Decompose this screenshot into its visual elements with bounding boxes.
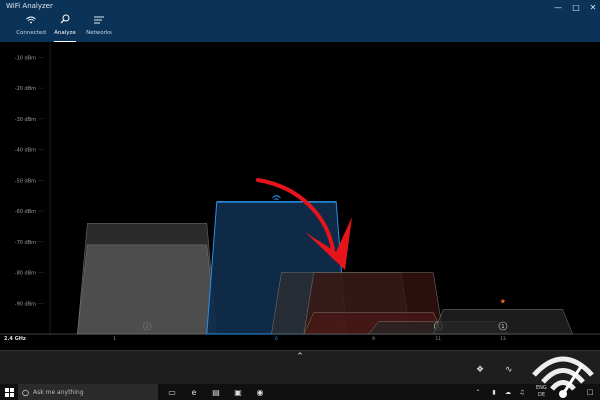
x-tick-label: 1 (113, 336, 116, 342)
tab-networks-label: Networks (86, 30, 112, 36)
y-tick-label: -30 dBm (15, 117, 36, 123)
x-tick-label: 11 (435, 336, 441, 342)
y-tick-label: -90 dBm (15, 301, 36, 307)
network-count-label: 1 (501, 324, 504, 330)
tab-analyze-label: Analyze (54, 30, 76, 36)
window-title: WiFi Analyzer (6, 2, 53, 10)
wave-icon[interactable]: ∿ (505, 365, 513, 375)
minimize-icon[interactable]: — (550, 0, 566, 14)
y-tick-label: -80 dBm (15, 271, 36, 277)
close-icon[interactable]: ✕ (585, 0, 600, 14)
y-tick-label: -60 dBm (15, 209, 36, 215)
tab-analyze[interactable]: Analyze (48, 14, 82, 42)
band-label: 2.4 GHz (4, 336, 26, 342)
wifi-analyzer-taskbar-icon[interactable]: ◉ (252, 384, 268, 400)
search-icon (48, 14, 82, 30)
volume-icon[interactable]: ♫ (514, 384, 530, 400)
wifi-icon (14, 14, 48, 30)
tray-chevron-icon[interactable]: ⌃ (470, 384, 486, 400)
y-tick-label: -50 dBm (15, 178, 36, 184)
x-tick-label: 9 (372, 336, 375, 342)
tab-connected-label: Connected (16, 30, 46, 36)
edge-icon[interactable]: e (186, 384, 202, 400)
y-tick-label: -10 dBm (15, 55, 36, 61)
chevron-up-icon[interactable]: ⌃ (292, 351, 308, 363)
channel-filter-icon[interactable]: ❖ (476, 365, 484, 375)
y-tick-label: -20 dBm (15, 86, 36, 92)
bottom-bar: ⌃ ❖ ∿ (0, 350, 600, 385)
cortana-icon: ○ (22, 387, 29, 397)
y-tick-label: -40 dBm (15, 148, 36, 154)
windows-start-icon[interactable] (0, 384, 18, 400)
x-tick-label: 13 (500, 336, 506, 342)
taskbar-search[interactable]: ○ Ask me anything (18, 384, 158, 400)
nav-bar: Connected Analyze Networks (0, 14, 600, 42)
y-tick-label: -70 dBm (15, 240, 36, 246)
x-tick-label: 6 (275, 336, 278, 342)
task-view-icon[interactable]: ▭ (164, 384, 180, 400)
maximize-icon[interactable]: □ (568, 0, 584, 14)
store-icon[interactable]: ▣ (230, 384, 246, 400)
tab-connected[interactable]: Connected (14, 14, 48, 42)
network-wifi-marker (272, 195, 281, 201)
list-icon (82, 14, 116, 30)
taskbar: ○ Ask me anything ▭ e ▤ ▣ ◉ ⌃ ▮ ☁ ♫ ENG … (0, 384, 600, 400)
network-area (77, 244, 218, 335)
signal-chart: 2111 -10 dBm -20 dBm -30 dBm -40 dBm -50 dBm… (0, 42, 600, 342)
wifi-gauge-logo (532, 356, 594, 398)
file-explorer-icon[interactable]: ▤ (208, 384, 224, 400)
title-bar: WiFi Analyzer — □ ✕ (0, 0, 600, 14)
star-icon: ★ (500, 297, 506, 305)
network-areas: 2111 (77, 195, 574, 335)
tab-networks[interactable]: Networks (82, 14, 116, 42)
search-placeholder: Ask me anything (32, 388, 84, 396)
